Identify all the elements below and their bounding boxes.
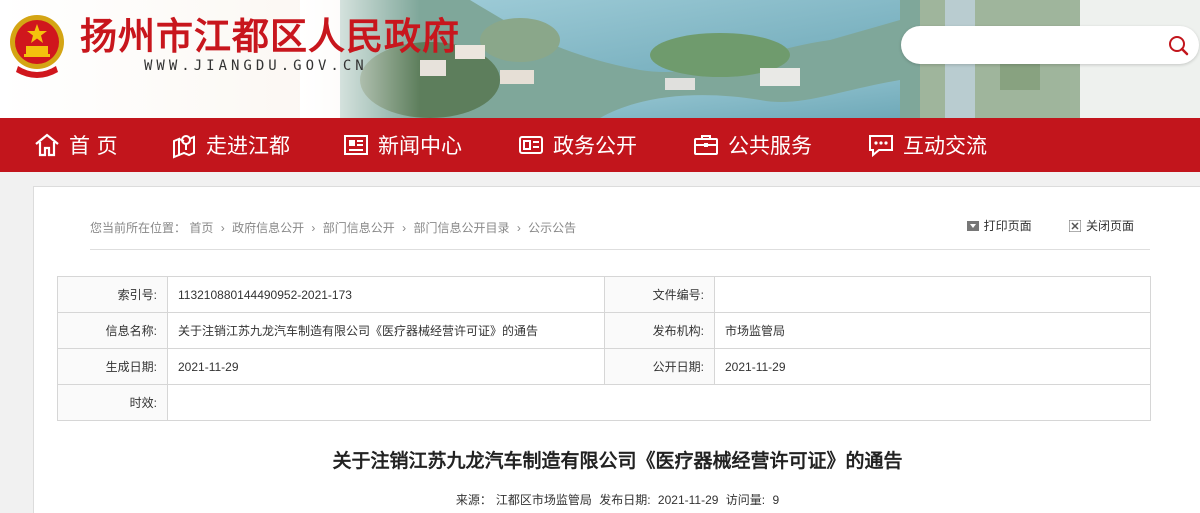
main-nav: 首 页 走进江都 新闻中心 政务公开 公共服务 互动交流 [0,118,1200,172]
nav-item-home[interactable]: 首 页 [33,118,118,172]
index-label: 索引号: [57,276,168,313]
breadcrumb-item-gov-info[interactable]: 政府信息公开 [232,221,304,235]
views-label: 访问量: [725,493,766,507]
divider [90,249,1150,250]
public-value: 2021-11-29 [714,348,1151,385]
site-url: WWW.JIANGDU.GOV.CN [144,58,368,74]
nav-item-label: 新闻中心 [378,134,462,158]
briefcase-icon [694,135,718,155]
print-page-button[interactable]: 打印页面 [966,217,1032,234]
nav-item-interaction[interactable]: 互动交流 [867,118,987,172]
public-label: 公开日期: [604,348,715,385]
home-icon [35,133,59,157]
nav-item-label: 政务公开 [553,134,637,158]
breadcrumb-item-notices[interactable]: 公示公告 [528,221,576,235]
breadcrumb-separator: › [516,221,521,235]
nav-item-label: 首 页 [69,134,118,158]
map-pin-icon [173,135,195,159]
breadcrumb-separator: › [311,221,316,235]
nav-item-label: 公共服务 [728,134,812,158]
date-label: 发布日期: [599,493,651,507]
docno-label: 文件编号: [604,276,715,313]
breadcrumb: 您当前所在位置： 首页 › 政府信息公开 › 部门信息公开 › 部门信息公开目录… [90,219,576,236]
validity-label: 时效: [57,384,168,421]
nav-item-label: 走进江都 [206,134,290,158]
newspaper-icon [344,135,368,155]
close-icon [1068,219,1081,232]
print-page-label: 打印页面 [983,219,1032,233]
article-title: 关于注销江苏九龙汽车制造有限公司《医疗器械经营许可证》的通告 [332,450,903,472]
table-row: 索引号: 113210880144490952-2021-173 文件编号: [57,276,1151,313]
org-label: 发布机构: [604,312,715,349]
source-label: 来源： [455,493,492,507]
source-value: 江都区市场监管局 [495,493,592,507]
index-value: 113210880144490952-2021-173 [167,276,605,313]
site-title: 扬州市江都区人民政府 [80,14,460,58]
nav-item-about[interactable]: 走进江都 [170,118,290,172]
close-page-label: 关闭页面 [1085,219,1134,233]
nav-item-public-service[interactable]: 公共服务 [692,118,812,172]
chat-icon [869,135,893,158]
nav-item-news[interactable]: 新闻中心 [342,118,462,172]
nav-item-gov-affairs[interactable]: 政务公开 [517,118,637,172]
breadcrumb-item-home[interactable]: 首页 [189,221,213,235]
government-icon [519,136,543,154]
name-label: 信息名称: [57,312,168,349]
article-meta: 来源： 江都区市场监管局 发布日期: 2021-11-29 访问量: 9 [34,491,1200,508]
name-value: 关于注销江苏九龙汽车制造有限公司《医疗器械经营许可证》的通告 [167,312,605,349]
breadcrumb-separator: › [220,221,225,235]
docno-value [714,276,1151,313]
table-row: 信息名称: 关于注销江苏九龙汽车制造有限公司《医疗器械经营许可证》的通告 发布机… [57,312,1151,349]
table-row: 生成日期: 2021-11-29 公开日期: 2021-11-29 [57,348,1151,385]
info-table: 索引号: 113210880144490952-2021-173 文件编号: 信… [57,276,1151,421]
close-page-button[interactable]: 关闭页面 [1068,217,1134,234]
breadcrumb-item-dept-info[interactable]: 部门信息公开 [323,221,395,235]
search-box [901,26,1199,64]
breadcrumb-separator: › [402,221,407,235]
table-row: 时效: [57,384,1151,421]
print-icon [966,220,979,231]
breadcrumb-item-dept-catalog[interactable]: 部门信息公开目录 [413,221,509,235]
breadcrumb-prefix: 您当前所在位置： [90,221,187,235]
site-header: 扬州市江都区人民政府 WWW.JIANGDU.GOV.CN [0,0,1200,118]
nav-item-label: 互动交流 [903,134,987,158]
search-icon[interactable] [1167,34,1189,56]
views-value: 9 [772,493,780,507]
created-value: 2021-11-29 [167,348,605,385]
search-input[interactable] [919,34,1153,58]
content-panel: 您当前所在位置： 首页 › 政府信息公开 › 部门信息公开 › 部门信息公开目录… [33,186,1200,513]
national-emblem-icon [10,15,64,78]
org-value: 市场监管局 [714,312,1151,349]
page-tools: 打印页面 关闭页面 [933,217,1134,235]
validity-value [167,384,1151,421]
created-label: 生成日期: [57,348,168,385]
date-value: 2021-11-29 [657,493,719,507]
